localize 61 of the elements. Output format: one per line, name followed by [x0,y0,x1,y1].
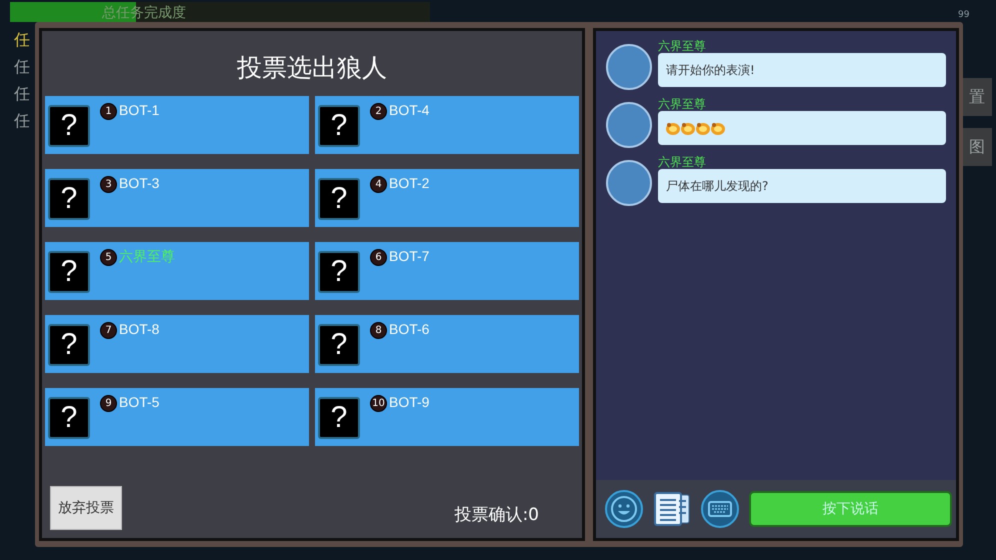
unknown-avatar: ? [318,178,360,220]
signal-text: 99 [958,10,970,20]
document-icon[interactable] [653,491,691,527]
player-number: 3 [100,176,117,193]
task-item[interactable]: 任 [14,111,30,132]
player-name: BOT-8 [119,321,160,337]
avatar-circle [606,102,652,148]
player-name: BOT-5 [119,394,160,410]
player-number: 4 [370,176,387,193]
task-item[interactable]: 任 [14,84,30,105]
player-number: 5 [100,249,117,266]
unknown-avatar: ? [48,105,90,147]
player-number: 9 [100,395,117,412]
sender-name: 六界至尊 [658,39,707,53]
unknown-avatar: ? [318,324,360,366]
player-card[interactable]: ? 5 六界至尊 [45,242,309,300]
player-number: 8 [370,322,387,339]
player-number: 10 [370,395,387,412]
avatar-circle [606,160,652,206]
player-card[interactable]: ? 10 BOT-9 [315,388,579,446]
player-number: 7 [100,322,117,339]
player-name: BOT-7 [389,248,430,264]
unknown-avatar: ? [48,251,90,293]
side-tab[interactable]: 置 [962,78,992,116]
player-card[interactable]: ? 8 BOT-6 [315,315,579,373]
player-name: BOT-9 [389,394,430,410]
player-card[interactable]: ? 4 BOT-2 [315,169,579,227]
sender-name: 六界至尊 [658,155,707,169]
player-card[interactable]: ? 9 BOT-5 [45,388,309,446]
dialog-title: 投票选出狼人 [236,52,388,84]
sender-name: 六界至尊 [658,97,707,111]
player-name: BOT-4 [389,102,430,118]
player-number: 2 [370,103,387,120]
player-name: BOT-2 [389,175,430,191]
player-number: 6 [370,249,387,266]
player-card[interactable]: ? 3 BOT-3 [45,169,309,227]
player-name: 六界至尊 [119,248,175,266]
unknown-avatar: ? [48,324,90,366]
smiley-icon[interactable] [604,489,644,529]
keyboard-icon[interactable] [700,489,740,529]
avatar-circle [606,44,652,90]
unknown-avatar: ? [318,397,360,439]
unknown-avatar: ? [318,105,360,147]
message-text: 尸体在哪儿发现的? [666,178,768,194]
vote-confirm-count: 投票确认:0 [454,504,539,526]
player-number: 1 [100,103,117,120]
player-card[interactable]: ? 7 BOT-8 [45,315,309,373]
player-card[interactable]: ? 1 BOT-1 [45,96,309,154]
task-item[interactable]: 任 [14,57,30,78]
unknown-avatar: ? [48,397,90,439]
unknown-avatar: ? [318,251,360,293]
player-name: BOT-6 [389,321,430,337]
task-item[interactable]: 任 [14,30,30,51]
player-card[interactable]: ? 6 BOT-7 [315,242,579,300]
message-text: 请开始你的表演! [666,62,755,78]
abstain-button[interactable]: 放弃投票 [50,486,122,530]
side-tab[interactable]: 图 [962,128,992,166]
unknown-avatar: ? [48,178,90,220]
player-name: BOT-3 [119,175,160,191]
player-card[interactable]: ? 2 BOT-4 [315,96,579,154]
player-name: BOT-1 [119,102,160,118]
